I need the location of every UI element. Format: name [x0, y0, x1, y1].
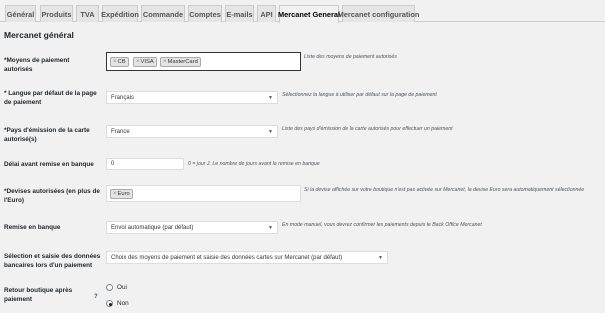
tab-comptes[interactable]: Comptes [188, 5, 222, 22]
label-line: Sélection et saisie des données [4, 253, 101, 260]
issuing-country-label: *Pays d'émission de la carte autorisé(s) [4, 126, 90, 144]
card-entry-select[interactable]: Choix des moyens de paiement et saisie d… [106, 251, 388, 264]
tab-api[interactable]: API [257, 5, 276, 22]
chip-label: MasterCard [167, 59, 198, 65]
tab-label: Mercanet configuration [337, 9, 420, 19]
tab-label: Mercanet General [277, 10, 341, 19]
label-line: l'Euro) [4, 197, 24, 204]
select-value: Choix des moyens de paiement et saisie d… [111, 254, 343, 261]
label-line: *Devises autorisées (en plus de [4, 188, 100, 195]
payment-methods-label: *Moyens de paiement autorisés [4, 56, 69, 74]
label-line: Retour boutique après [4, 287, 73, 294]
tab-label: TVA [80, 9, 95, 19]
close-icon[interactable]: × [163, 59, 167, 65]
tab-label: E-mails [226, 9, 253, 19]
chip-label: Euro [117, 191, 130, 197]
tab-label: Général [6, 9, 35, 19]
delay-label: Délai avant remise en banque [4, 161, 94, 168]
bank-remittance-description: En mode manuel, vous devrez confirmer le… [282, 222, 482, 228]
tab-commande[interactable]: Commande [141, 5, 185, 22]
issuing-country-select[interactable]: France ▼ [106, 125, 278, 138]
currencies-multiselect[interactable]: × Euro [106, 185, 301, 202]
label-line: autorisé(s) [4, 136, 37, 143]
tab-expedition[interactable]: Expédition [101, 5, 139, 22]
chip-label: VISA [140, 59, 154, 65]
chevron-down-icon: ▼ [268, 224, 273, 231]
radio-oui[interactable]: Oui [106, 284, 127, 291]
tab-bar: Général Produits TVA Expédition Commande… [0, 0, 605, 23]
card-entry-label: Sélection et saisie des données bancaire… [4, 252, 100, 270]
label-line: *Pays d'émission de la carte [4, 127, 90, 134]
input-value: 0 [111, 161, 115, 167]
label-line: bancaires lors d'un paiement [4, 262, 93, 269]
radio-circle[interactable] [106, 284, 113, 291]
language-description: Sélectionnez la langue à utiliser par dé… [282, 92, 437, 98]
tab-general[interactable]: Général [5, 5, 36, 22]
language-label: * Langue par défaut de la page de paieme… [4, 89, 97, 107]
label-line: paiement [4, 296, 33, 303]
select-value: France [111, 128, 130, 135]
question-icon[interactable]: ? [94, 294, 98, 300]
select-value: Français [111, 94, 135, 101]
tab-label: Comptes [189, 9, 221, 19]
radio-label: Non [117, 300, 129, 307]
radio-non[interactable]: Non [106, 300, 129, 307]
label-line: * Langue par défaut de la page [4, 90, 97, 97]
select-value: Envoi automatique (par défaut) [111, 224, 194, 231]
payment-methods-description: Liste des moyens de paiement autorisés [304, 54, 397, 60]
chip-euro: × Euro [110, 189, 133, 199]
chip-visa: × VISA [133, 57, 157, 67]
chip-label: CB [117, 59, 126, 65]
tab-label: API [260, 9, 273, 19]
close-icon[interactable]: × [113, 191, 117, 197]
radio-circle[interactable] [106, 300, 113, 307]
delay-input[interactable]: 0 [106, 158, 184, 170]
label-line: *Moyens de paiement [4, 57, 70, 64]
chevron-down-icon: ▼ [268, 94, 273, 101]
tab-emails[interactable]: E-mails [225, 5, 254, 22]
bank-remittance-label: Remise en banque [4, 224, 61, 231]
close-icon[interactable]: × [136, 59, 140, 65]
currencies-label: *Devises autorisées (en plus de l'Euro) [4, 187, 100, 205]
return-shop-label: Retour boutique après paiement [4, 286, 72, 304]
label-line: de paiement [4, 99, 42, 106]
tab-label: Produits [41, 9, 72, 19]
radio-label: Oui [117, 284, 127, 291]
tab-label: Expédition [101, 9, 139, 19]
bank-remittance-select[interactable]: Envoi automatique (par défaut) ▼ [106, 221, 278, 234]
payment-methods-multiselect[interactable]: × CB × VISA × MasterCard [106, 52, 301, 71]
language-select[interactable]: Français ▼ [106, 91, 278, 104]
chevron-down-icon: ▼ [378, 254, 383, 261]
chip-mastercard: × MasterCard [160, 57, 201, 67]
tab-tva[interactable]: TVA [76, 5, 99, 22]
page-title: Mercanet général [4, 30, 74, 40]
tab-mercanet-configuration[interactable]: Mercanet configuration [338, 5, 419, 22]
tab-mercanet-general[interactable]: Mercanet General [277, 5, 341, 23]
currencies-description: Si la devise affichée sur votre boutique… [304, 187, 585, 193]
close-icon[interactable]: × [113, 59, 117, 65]
chevron-down-icon: ▼ [268, 128, 273, 135]
issuing-country-description: Liste des pays d'émission de la carte au… [282, 126, 453, 132]
tab-produits[interactable]: Produits [40, 5, 73, 22]
tab-label: Commande [142, 9, 184, 19]
label-line: autorisés [4, 66, 33, 73]
delay-description: 0 = jour J. Le nombre de jours avant la … [188, 161, 320, 167]
chip-cb: × CB [110, 57, 129, 67]
